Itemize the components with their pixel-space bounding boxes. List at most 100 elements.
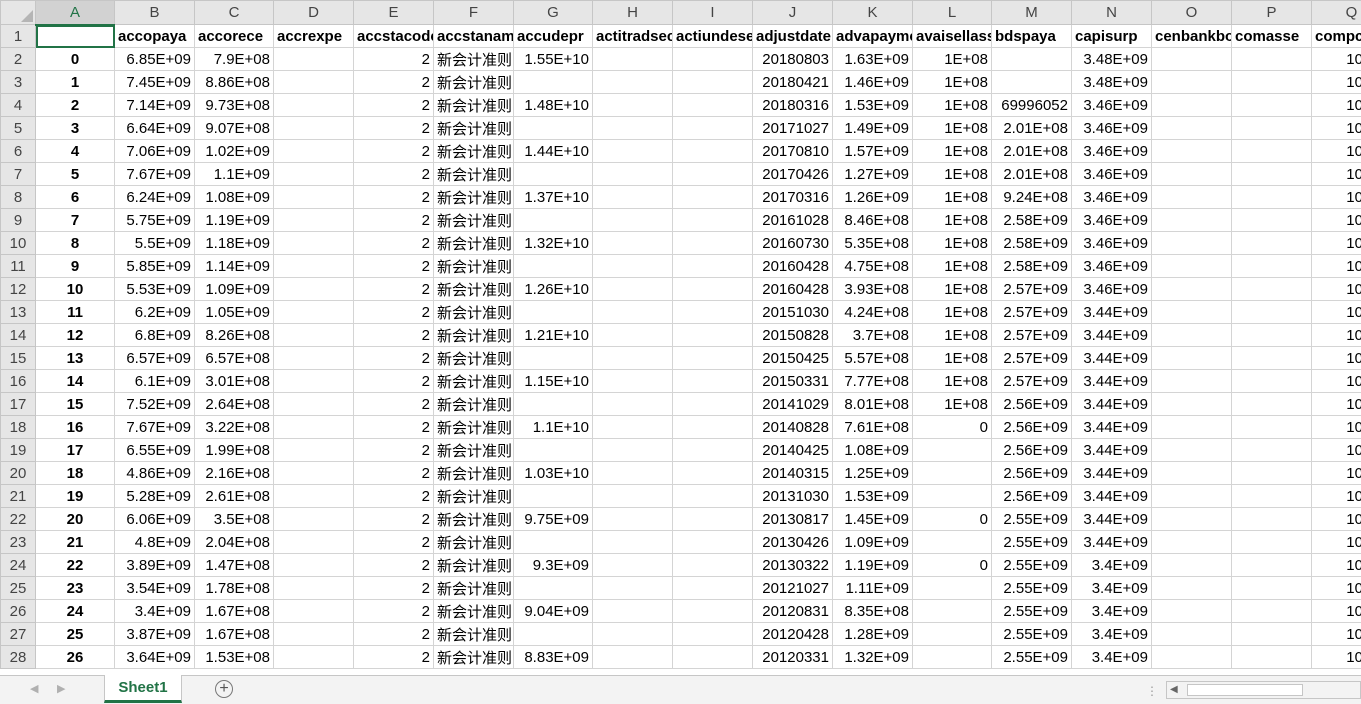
cell-i24[interactable]	[672, 553, 753, 577]
cell-f3[interactable]: 新会计准则	[433, 70, 514, 94]
cell-f20[interactable]: 新会计准则	[433, 461, 514, 485]
cell-c8[interactable]: 1.08E+09	[194, 185, 274, 209]
cell-a12[interactable]: 10	[35, 277, 115, 301]
cell-f23[interactable]: 新会计准则	[433, 530, 514, 554]
cell-q24[interactable]: 10000	[1311, 553, 1361, 577]
cell-p12[interactable]	[1231, 277, 1312, 301]
cell-o5[interactable]	[1151, 116, 1232, 140]
cell-o2[interactable]	[1151, 47, 1232, 71]
cell-i4[interactable]	[672, 93, 753, 117]
scrollbar-thumb[interactable]	[1187, 684, 1303, 696]
cell-g10[interactable]: 1.32E+10	[513, 231, 593, 255]
cell-f11[interactable]: 新会计准则	[433, 254, 514, 278]
cell-e26[interactable]: 2	[353, 599, 434, 623]
cell-a11[interactable]: 9	[35, 254, 115, 278]
cell-d26[interactable]	[273, 599, 354, 623]
cell-a3[interactable]: 1	[35, 70, 115, 94]
cell-a8[interactable]: 6	[35, 185, 115, 209]
cell-c16[interactable]: 3.01E+08	[194, 369, 274, 393]
cell-f13[interactable]: 新会计准则	[433, 300, 514, 324]
cell-k10[interactable]: 5.35E+08	[832, 231, 913, 255]
cell-d22[interactable]	[273, 507, 354, 531]
column-header-j[interactable]: J	[752, 0, 833, 25]
cell-h28[interactable]	[592, 645, 673, 669]
cell-g24[interactable]: 9.3E+09	[513, 553, 593, 577]
column-header-n[interactable]: N	[1071, 0, 1152, 25]
cell-g23[interactable]	[513, 530, 593, 554]
cell-d25[interactable]	[273, 576, 354, 600]
cell-c12[interactable]: 1.09E+09	[194, 277, 274, 301]
cell-h6[interactable]	[592, 139, 673, 163]
cell-l2[interactable]: 1E+08	[912, 47, 992, 71]
cell-q18[interactable]: 10000	[1311, 415, 1361, 439]
cell-q1[interactable]: compconsbui	[1311, 24, 1361, 48]
cell-p5[interactable]	[1231, 116, 1312, 140]
cell-m17[interactable]: 2.56E+09	[991, 392, 1072, 416]
cell-e25[interactable]: 2	[353, 576, 434, 600]
cell-b9[interactable]: 5.75E+09	[114, 208, 195, 232]
cell-d9[interactable]	[273, 208, 354, 232]
cell-f19[interactable]: 新会计准则	[433, 438, 514, 462]
cell-j24[interactable]: 20130322	[752, 553, 833, 577]
cell-g5[interactable]	[513, 116, 593, 140]
cell-d3[interactable]	[273, 70, 354, 94]
cell-q19[interactable]: 10000	[1311, 438, 1361, 462]
cell-a18[interactable]: 16	[35, 415, 115, 439]
cell-l11[interactable]: 1E+08	[912, 254, 992, 278]
cell-i13[interactable]	[672, 300, 753, 324]
cell-o1[interactable]: cenbankborr	[1151, 24, 1232, 48]
cell-a23[interactable]: 21	[35, 530, 115, 554]
cell-a9[interactable]: 7	[35, 208, 115, 232]
cell-n9[interactable]: 3.46E+09	[1071, 208, 1152, 232]
cell-n27[interactable]: 3.4E+09	[1071, 622, 1152, 646]
cell-e5[interactable]: 2	[353, 116, 434, 140]
cell-d8[interactable]	[273, 185, 354, 209]
cell-o7[interactable]	[1151, 162, 1232, 186]
cell-m1[interactable]: bdspaya	[991, 24, 1072, 48]
cell-n3[interactable]: 3.48E+09	[1071, 70, 1152, 94]
cell-d15[interactable]	[273, 346, 354, 370]
cell-d6[interactable]	[273, 139, 354, 163]
cell-e9[interactable]: 2	[353, 208, 434, 232]
column-header-l[interactable]: L	[912, 0, 992, 25]
cell-e10[interactable]: 2	[353, 231, 434, 255]
cell-g28[interactable]: 8.83E+09	[513, 645, 593, 669]
cell-k13[interactable]: 4.24E+08	[832, 300, 913, 324]
cell-n21[interactable]: 3.44E+09	[1071, 484, 1152, 508]
cell-q11[interactable]: 10000	[1311, 254, 1361, 278]
cell-j25[interactable]: 20121027	[752, 576, 833, 600]
cell-d21[interactable]	[273, 484, 354, 508]
cell-j27[interactable]: 20120428	[752, 622, 833, 646]
cell-h4[interactable]	[592, 93, 673, 117]
cell-g27[interactable]	[513, 622, 593, 646]
cell-f8[interactable]: 新会计准则	[433, 185, 514, 209]
cell-n25[interactable]: 3.4E+09	[1071, 576, 1152, 600]
cell-j23[interactable]: 20130426	[752, 530, 833, 554]
cell-b20[interactable]: 4.86E+09	[114, 461, 195, 485]
cell-d18[interactable]	[273, 415, 354, 439]
cell-g13[interactable]	[513, 300, 593, 324]
column-header-i[interactable]: I	[672, 0, 753, 25]
cell-m19[interactable]: 2.56E+09	[991, 438, 1072, 462]
cell-q10[interactable]: 10000	[1311, 231, 1361, 255]
cell-h18[interactable]	[592, 415, 673, 439]
cell-e28[interactable]: 2	[353, 645, 434, 669]
horizontal-scrollbar[interactable]: ◀	[1166, 681, 1361, 699]
cell-d24[interactable]	[273, 553, 354, 577]
cell-j28[interactable]: 20120331	[752, 645, 833, 669]
cell-e13[interactable]: 2	[353, 300, 434, 324]
cell-c26[interactable]: 1.67E+08	[194, 599, 274, 623]
cell-m8[interactable]: 9.24E+08	[991, 185, 1072, 209]
cell-i21[interactable]	[672, 484, 753, 508]
cell-f14[interactable]: 新会计准则	[433, 323, 514, 347]
cell-k3[interactable]: 1.46E+09	[832, 70, 913, 94]
cell-d11[interactable]	[273, 254, 354, 278]
cell-a24[interactable]: 22	[35, 553, 115, 577]
cell-f6[interactable]: 新会计准则	[433, 139, 514, 163]
cell-i12[interactable]	[672, 277, 753, 301]
cell-c28[interactable]: 1.53E+08	[194, 645, 274, 669]
row-header[interactable]: 7	[0, 162, 36, 186]
cell-e27[interactable]: 2	[353, 622, 434, 646]
cell-n2[interactable]: 3.48E+09	[1071, 47, 1152, 71]
cell-h16[interactable]	[592, 369, 673, 393]
